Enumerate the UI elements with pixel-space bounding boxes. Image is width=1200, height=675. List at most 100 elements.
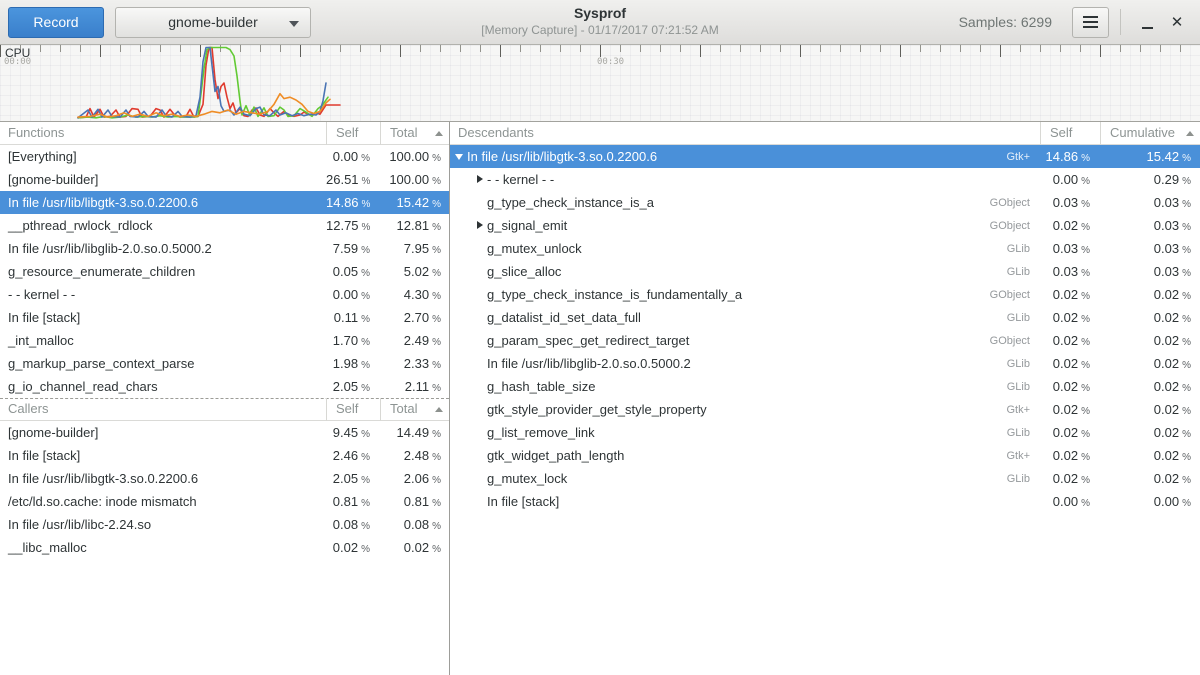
callers-table-row[interactable]: In file /usr/lib/libc-2.24.so0.08%0.08% (0, 513, 449, 536)
total-percent-cell: 14.49% (380, 425, 449, 440)
descendants-self-column-header[interactable]: Self (1040, 122, 1100, 145)
descendant-name: g_slice_alloc (487, 264, 561, 279)
callers-table-row[interactable]: In file /usr/lib/libgtk-3.so.0.2200.62.0… (0, 467, 449, 490)
descendants-tree-row[interactable]: gtk_widget_path_lengthGtk+0.02%0.02% (450, 444, 1200, 467)
functions-table-row[interactable]: __pthread_rwlock_rdlock12.75%12.81% (0, 214, 449, 237)
functions-table-row[interactable]: g_io_channel_read_chars2.05%2.11% (0, 375, 449, 398)
library-tag-badge: Gtk+ (1006, 404, 1040, 416)
self-percent-cell: 1.70% (326, 333, 380, 348)
functions-self-column-header[interactable]: Self (326, 122, 380, 145)
function-name: In file [stack] (0, 448, 326, 463)
functions-table-row[interactable]: [Everything]0.00%100.00% (0, 145, 449, 168)
sort-ascending-icon (435, 131, 443, 136)
descendants-tree-row[interactable]: g_type_check_instance_is_aGObject0.03%0.… (450, 191, 1200, 214)
library-tag-badge: Gtk+ (1006, 450, 1040, 462)
callers-table: [gnome-builder]9.45%14.49%In file [stack… (0, 421, 449, 559)
total-percent-cell: 0.02% (1100, 287, 1200, 302)
self-percent-cell: 0.02% (1040, 333, 1100, 348)
callers-table-row[interactable]: In file [stack]2.46%2.48% (0, 444, 449, 467)
descendants-tree-row[interactable]: - - kernel - -0.00%0.29% (450, 168, 1200, 191)
function-name: g_io_channel_read_chars (0, 379, 326, 394)
self-percent-cell: 0.03% (1040, 241, 1100, 256)
expander-closed-icon[interactable] (474, 173, 487, 186)
expander-spacer (474, 403, 487, 416)
functions-table-row[interactable]: In file [stack]0.11%2.70% (0, 306, 449, 329)
descendants-tree-row[interactable]: g_slice_allocGLib0.03%0.03% (450, 260, 1200, 283)
callers-table-row[interactable]: /etc/ld.so.cache: inode mismatch0.81%0.8… (0, 490, 449, 513)
self-percent-cell: 0.02% (1040, 356, 1100, 371)
close-icon: ✕ (1171, 15, 1184, 30)
functions-table-row[interactable]: g_markup_parse_context_parse1.98%2.33% (0, 352, 449, 375)
minimize-button[interactable] (1132, 7, 1162, 38)
library-tag-badge: GLib (1007, 312, 1040, 324)
self-percent-cell: 0.11% (326, 310, 380, 325)
descendants-tree-row[interactable]: g_datalist_id_set_data_fullGLib0.02%0.02… (450, 306, 1200, 329)
total-percent-cell: 15.42% (380, 195, 449, 210)
functions-total-column-header[interactable]: Total (380, 122, 449, 145)
callers-table-row[interactable]: __libc_malloc0.02%0.02% (0, 536, 449, 559)
expander-spacer (474, 380, 487, 393)
descendants-tree-row[interactable]: g_signal_emitGObject0.02%0.03% (450, 214, 1200, 237)
target-process-dropdown[interactable]: gnome-builder (115, 7, 311, 38)
expander-spacer (474, 311, 487, 324)
descendant-name: gtk_style_provider_get_style_property (487, 402, 707, 417)
callers-total-column-header[interactable]: Total (380, 398, 449, 421)
expander-spacer (474, 495, 487, 508)
descendants-cumulative-column-header[interactable]: Cumulative (1100, 122, 1200, 145)
expander-spacer (474, 288, 487, 301)
sort-ascending-icon (1186, 131, 1194, 136)
total-percent-cell: 0.02% (1100, 356, 1200, 371)
self-percent-cell: 0.02% (1040, 425, 1100, 440)
descendant-name: g_param_spec_get_redirect_target (487, 333, 689, 348)
descendant-name-cell: g_list_remove_linkGLib (450, 425, 1040, 440)
library-tag-badge: GLib (1007, 266, 1040, 278)
descendants-tree-row[interactable]: In file /usr/lib/libgtk-3.so.0.2200.6Gtk… (450, 145, 1200, 168)
functions-table-row[interactable]: In file /usr/lib/libglib-2.0.so.0.5000.2… (0, 237, 449, 260)
total-percent-cell: 0.02% (1100, 333, 1200, 348)
app-menu-button[interactable] (1072, 7, 1109, 38)
descendant-name-cell: g_signal_emitGObject (450, 218, 1040, 233)
descendants-tree-row[interactable]: In file [stack]0.00%0.00% (450, 490, 1200, 513)
self-percent-cell: 0.05% (326, 264, 380, 279)
callers-column-header[interactable]: Callers (0, 398, 326, 421)
functions-table-row[interactable]: [gnome-builder]26.51%100.00% (0, 168, 449, 191)
function-name: - - kernel - - (0, 287, 326, 302)
total-percent-cell: 0.02% (1100, 425, 1200, 440)
library-tag-badge: GLib (1007, 427, 1040, 439)
self-percent-cell: 7.59% (326, 241, 380, 256)
descendants-tree-row[interactable]: g_type_check_instance_is_fundamentally_a… (450, 283, 1200, 306)
descendant-name-cell: gtk_style_provider_get_style_property Gtk… (450, 402, 1040, 417)
record-button[interactable]: Record (8, 7, 104, 38)
descendants-tree-row[interactable]: gtk_style_provider_get_style_property Gtk… (450, 398, 1200, 421)
cpu-core-red-line (78, 48, 340, 118)
callers-self-column-header[interactable]: Self (326, 398, 380, 421)
descendants-tree-row[interactable]: g_hash_table_sizeGLib0.02%0.02% (450, 375, 1200, 398)
library-tag-badge: GObject (990, 197, 1040, 209)
expander-closed-icon[interactable] (474, 219, 487, 232)
descendants-tree-row[interactable]: g_list_remove_linkGLib0.02%0.02% (450, 421, 1200, 444)
descendant-name-cell: g_type_check_instance_is_fundamentally_a… (450, 287, 1040, 302)
library-tag-badge: GObject (990, 335, 1040, 347)
descendant-name: g_type_check_instance_is_fundamentally_a (487, 287, 742, 302)
self-percent-cell: 0.00% (326, 149, 380, 164)
descendants-column-header[interactable]: Descendants (450, 122, 1040, 145)
descendants-tree-row[interactable]: g_mutex_lockGLib0.02%0.02% (450, 467, 1200, 490)
functions-table-row[interactable]: - - kernel - -0.00%4.30% (0, 283, 449, 306)
descendants-tree-row[interactable]: g_param_spec_get_redirect_targetGObject0… (450, 329, 1200, 352)
functions-table-row[interactable]: g_resource_enumerate_children0.05%5.02% (0, 260, 449, 283)
callers-table-row[interactable]: [gnome-builder]9.45%14.49% (0, 421, 449, 444)
functions-table-row[interactable]: _int_malloc1.70%2.49% (0, 329, 449, 352)
descendants-tree-row[interactable]: In file /usr/lib/libglib-2.0.so.0.5000.2… (450, 352, 1200, 375)
functions-column-header[interactable]: Functions (0, 122, 326, 145)
descendant-name: g_mutex_unlock (487, 241, 582, 256)
self-percent-cell: 2.46% (326, 448, 380, 463)
functions-table-row[interactable]: In file /usr/lib/libgtk-3.so.0.2200.614.… (0, 191, 449, 214)
function-name: [Everything] (0, 149, 326, 164)
descendants-tree-row[interactable]: g_mutex_unlockGLib0.03%0.03% (450, 237, 1200, 260)
expander-open-icon[interactable] (454, 150, 467, 163)
total-percent-cell: 0.02% (1100, 448, 1200, 463)
cpu-usage-graph[interactable]: CPU 00:00 00:30 (0, 45, 1200, 122)
library-tag-badge: GObject (990, 289, 1040, 301)
close-button[interactable]: ✕ (1162, 7, 1192, 38)
self-percent-cell: 2.05% (326, 471, 380, 486)
